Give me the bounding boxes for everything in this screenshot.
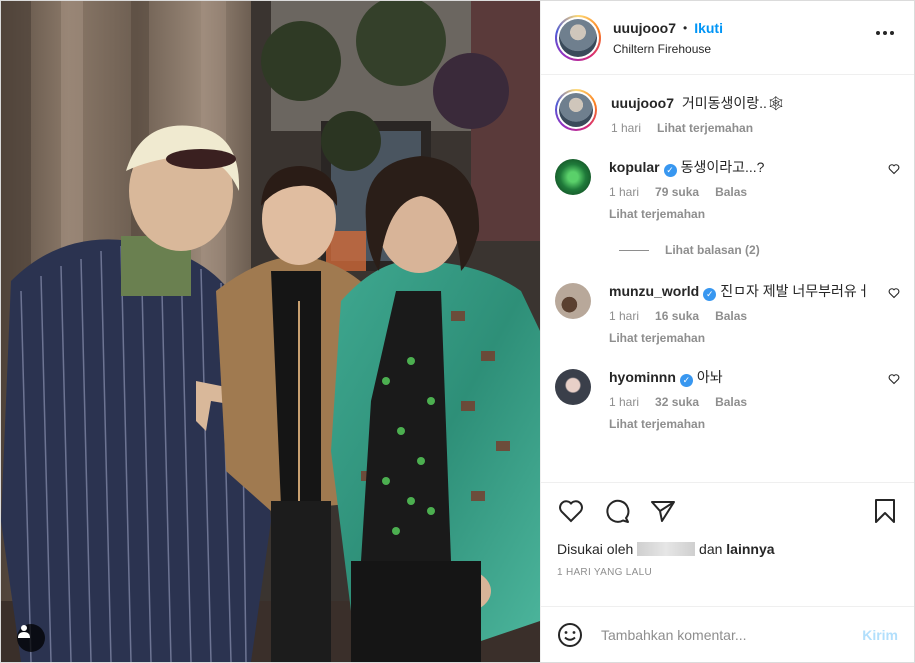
heart-icon[interactable] [888,287,900,299]
commenter-avatar[interactable] [555,369,591,405]
commenter-avatar[interactable] [555,159,591,195]
view-replies-label: Lihat balasan (2) [665,243,760,257]
post-comment-button[interactable]: Kirim [862,627,898,643]
comment-item: munzu_world ✓ 진ㅁ자 제발 너무부러유ㅓ 1 hari 16 suka… [555,281,900,345]
comment-input[interactable] [601,626,863,643]
caption-text: 거미동생이랑..🕸 [681,95,785,111]
comment-item: hyominnn ✓ 아놔 1 hari 32 suka Balas Lihat t… [555,367,900,431]
location-link[interactable]: Chiltern Firehouse [613,42,723,56]
commenter-username[interactable]: munzu_world [609,283,699,299]
comment-text: 진ㅁ자 제발 너무부러유ㅓ [720,283,870,299]
comment-likes[interactable]: 32 suka [655,395,699,409]
photo-illustration [1,1,540,662]
person-icon [18,625,30,638]
bookmark-icon[interactable] [872,497,898,525]
like-icon[interactable] [557,497,585,525]
verified-badge-icon: ✓ [679,374,693,387]
redacted-username[interactable] [637,542,696,556]
comment-time[interactable]: 1 hari [609,309,639,323]
author-username[interactable]: uuujooo7 [613,20,676,36]
comment-likes[interactable]: 16 suka [655,309,699,323]
user-tag-button[interactable] [17,624,45,652]
caption-avatar[interactable] [555,89,597,131]
view-replies-button[interactable]: Lihat balasan (2) [619,243,900,257]
translate-link[interactable]: Lihat terjemahan [609,331,872,345]
verified-badge-icon: ✓ [663,164,677,177]
commenter-username[interactable]: kopular [609,159,660,175]
caption-time[interactable]: 1 hari [611,121,641,135]
comment-text: 아놔 [696,369,723,385]
post-header: uuujooo7 • Ikuti Chiltern Firehouse [541,1,914,75]
post-photo[interactable] [1,1,540,662]
heart-icon[interactable] [888,163,900,175]
more-options-icon[interactable] [876,31,894,35]
comment-time[interactable]: 1 hari [609,185,639,199]
commenter-avatar[interactable] [555,283,591,319]
comment-text: 동생이라고...? [680,159,765,175]
comment-time[interactable]: 1 hari [609,395,639,409]
add-comment-bar: Kirim [541,606,914,662]
verified-badge-icon: ✓ [703,288,717,301]
separator-dot: • [683,20,688,35]
share-icon[interactable] [649,497,677,525]
liked-by-prefix: Disukai oleh [557,541,634,557]
liked-by: Disukai oleh dan lainnya [557,541,898,557]
comments-section: uuujooo7 거미동생이랑..🕸 1 hari Lihat terjemah… [541,75,914,482]
comment-item: kopular ✓ 동생이라고...? 1 hari 79 suka Balas L… [555,157,900,221]
post-dialog: uuujooo7 • Ikuti Chiltern Firehouse uuuj… [0,0,915,663]
post-timestamp[interactable]: 1 HARI YANG LALU [557,567,898,578]
caption-username[interactable]: uuujooo7 [611,95,674,111]
liked-by-middle: dan [699,541,723,557]
avatar[interactable] [555,14,601,61]
heart-icon[interactable] [888,373,900,385]
follow-button[interactable]: Ikuti [694,20,723,36]
comment-icon[interactable] [603,497,631,525]
comment-likes[interactable]: 79 suka [655,185,699,199]
post-details-panel: uuujooo7 • Ikuti Chiltern Firehouse uuuj… [540,1,914,662]
reply-button[interactable]: Balas [715,309,747,323]
reply-button[interactable]: Balas [715,395,747,409]
caption-translate-link[interactable]: Lihat terjemahan [657,121,753,135]
translate-link[interactable]: Lihat terjemahan [609,417,872,431]
reply-button[interactable]: Balas [715,185,747,199]
emoji-icon[interactable] [557,622,583,648]
caption: uuujooo7 거미동생이랑..🕸 1 hari Lihat terjemah… [555,89,900,135]
liked-by-others-link[interactable]: lainnya [726,541,774,557]
commenter-username[interactable]: hyominnn [609,369,676,385]
translate-link[interactable]: Lihat terjemahan [609,207,872,221]
post-actions: Disukai oleh dan lainnya 1 HARI YANG LAL… [541,482,914,606]
